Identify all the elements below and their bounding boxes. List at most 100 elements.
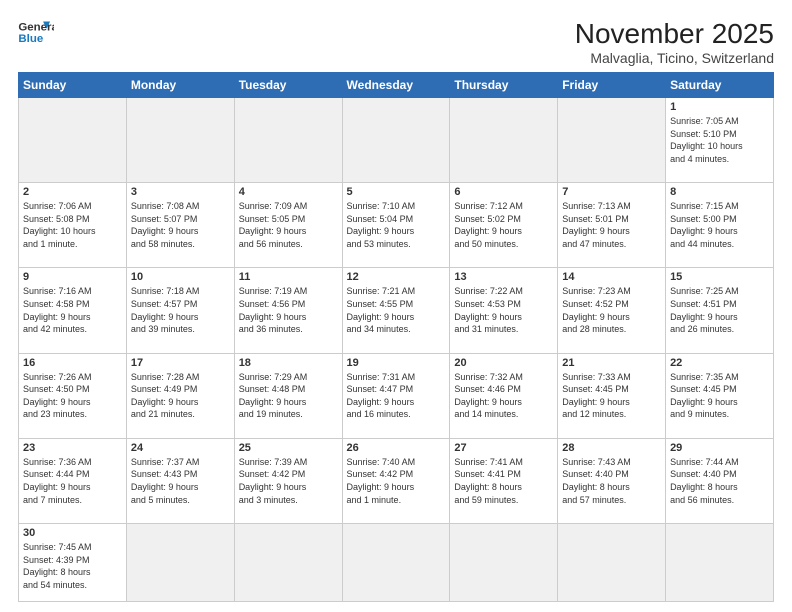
- day-number: 1: [670, 101, 769, 113]
- calendar-day-cell: 24 Sunrise: 7:37 AM Sunset: 4:43 PM Dayli…: [126, 438, 234, 523]
- header-wednesday: Wednesday: [342, 73, 450, 98]
- calendar-day-cell: 8 Sunrise: 7:15 AM Sunset: 5:00 PM Daylig…: [666, 183, 774, 268]
- day-number: 21: [562, 357, 661, 369]
- day-info: Sunrise: 7:18 AM Sunset: 4:57 PM Dayligh…: [131, 285, 230, 335]
- day-info: Sunrise: 7:37 AM Sunset: 4:43 PM Dayligh…: [131, 456, 230, 506]
- day-info: Sunrise: 7:15 AM Sunset: 5:00 PM Dayligh…: [670, 200, 769, 250]
- day-number: 11: [239, 271, 338, 283]
- day-info: Sunrise: 7:35 AM Sunset: 4:45 PM Dayligh…: [670, 371, 769, 421]
- day-info: Sunrise: 7:22 AM Sunset: 4:53 PM Dayligh…: [454, 285, 553, 335]
- day-number: 26: [347, 442, 446, 454]
- day-number: 30: [23, 527, 122, 539]
- day-info: Sunrise: 7:13 AM Sunset: 5:01 PM Dayligh…: [562, 200, 661, 250]
- day-number: 17: [131, 357, 230, 369]
- day-info: Sunrise: 7:31 AM Sunset: 4:47 PM Dayligh…: [347, 371, 446, 421]
- calendar-day-cell: 1 Sunrise: 7:05 AM Sunset: 5:10 PM Daylig…: [666, 98, 774, 183]
- day-info: Sunrise: 7:25 AM Sunset: 4:51 PM Dayligh…: [670, 285, 769, 335]
- header-sunday: Sunday: [19, 73, 127, 98]
- calendar-day-cell: 20 Sunrise: 7:32 AM Sunset: 4:46 PM Dayli…: [450, 353, 558, 438]
- generalblue-logo-icon: General Blue: [18, 18, 54, 48]
- day-info: Sunrise: 7:41 AM Sunset: 4:41 PM Dayligh…: [454, 456, 553, 506]
- calendar-day-cell: 15 Sunrise: 7:25 AM Sunset: 4:51 PM Dayli…: [666, 268, 774, 353]
- day-info: Sunrise: 7:10 AM Sunset: 5:04 PM Dayligh…: [347, 200, 446, 250]
- day-info: Sunrise: 7:12 AM Sunset: 5:02 PM Dayligh…: [454, 200, 553, 250]
- day-number: 29: [670, 442, 769, 454]
- header: General Blue November 2025 Malvaglia, Ti…: [18, 18, 774, 66]
- calendar-day-cell: 27Sunrise: 7:41 AM Sunset: 4:41 PM Dayli…: [450, 438, 558, 523]
- calendar-day-cell: [19, 98, 127, 183]
- day-info: Sunrise: 7:05 AM Sunset: 5:10 PM Dayligh…: [670, 115, 769, 165]
- day-number: 12: [347, 271, 446, 283]
- calendar-day-cell: 19 Sunrise: 7:31 AM Sunset: 4:47 PM Dayli…: [342, 353, 450, 438]
- calendar-day-cell: 22 Sunrise: 7:35 AM Sunset: 4:45 PM Dayli…: [666, 353, 774, 438]
- header-saturday: Saturday: [666, 73, 774, 98]
- day-number: 16: [23, 357, 122, 369]
- title-block: November 2025 Malvaglia, Ticino, Switzer…: [575, 18, 774, 66]
- day-number: 7: [562, 186, 661, 198]
- calendar-day-cell: [450, 98, 558, 183]
- calendar-day-cell: [126, 524, 234, 602]
- day-info: Sunrise: 7:06 AM Sunset: 5:08 PM Dayligh…: [23, 200, 122, 250]
- calendar-day-cell: [666, 524, 774, 602]
- calendar-day-cell: [450, 524, 558, 602]
- calendar-week-row: 9Sunrise: 7:16 AM Sunset: 4:58 PM Daylig…: [19, 268, 774, 353]
- day-info: Sunrise: 7:09 AM Sunset: 5:05 PM Dayligh…: [239, 200, 338, 250]
- calendar-day-cell: [558, 98, 666, 183]
- header-tuesday: Tuesday: [234, 73, 342, 98]
- header-monday: Monday: [126, 73, 234, 98]
- day-number: 5: [347, 186, 446, 198]
- day-info: Sunrise: 7:36 AM Sunset: 4:44 PM Dayligh…: [23, 456, 122, 506]
- calendar-week-row: 16Sunrise: 7:26 AM Sunset: 4:50 PM Dayli…: [19, 353, 774, 438]
- day-info: Sunrise: 7:33 AM Sunset: 4:45 PM Dayligh…: [562, 371, 661, 421]
- day-info: Sunrise: 7:23 AM Sunset: 4:52 PM Dayligh…: [562, 285, 661, 335]
- calendar-day-cell: 5 Sunrise: 7:10 AM Sunset: 5:04 PM Daylig…: [342, 183, 450, 268]
- day-info: Sunrise: 7:32 AM Sunset: 4:46 PM Dayligh…: [454, 371, 553, 421]
- day-info: Sunrise: 7:43 AM Sunset: 4:40 PM Dayligh…: [562, 456, 661, 506]
- day-info: Sunrise: 7:40 AM Sunset: 4:42 PM Dayligh…: [347, 456, 446, 506]
- day-info: Sunrise: 7:29 AM Sunset: 4:48 PM Dayligh…: [239, 371, 338, 421]
- calendar-day-cell: 11Sunrise: 7:19 AM Sunset: 4:56 PM Dayli…: [234, 268, 342, 353]
- calendar-day-cell: 12 Sunrise: 7:21 AM Sunset: 4:55 PM Dayli…: [342, 268, 450, 353]
- day-info: Sunrise: 7:44 AM Sunset: 4:40 PM Dayligh…: [670, 456, 769, 506]
- calendar-day-cell: [234, 98, 342, 183]
- calendar-day-cell: 18 Sunrise: 7:29 AM Sunset: 4:48 PM Dayli…: [234, 353, 342, 438]
- calendar-day-cell: 10Sunrise: 7:18 AM Sunset: 4:57 PM Dayli…: [126, 268, 234, 353]
- calendar-day-cell: 13Sunrise: 7:22 AM Sunset: 4:53 PM Dayli…: [450, 268, 558, 353]
- day-number: 8: [670, 186, 769, 198]
- day-number: 18: [239, 357, 338, 369]
- calendar-day-cell: 6 Sunrise: 7:12 AM Sunset: 5:02 PM Daylig…: [450, 183, 558, 268]
- calendar-week-row: 23Sunrise: 7:36 AM Sunset: 4:44 PM Dayli…: [19, 438, 774, 523]
- calendar-subtitle: Malvaglia, Ticino, Switzerland: [575, 50, 774, 66]
- calendar-day-cell: 14 Sunrise: 7:23 AM Sunset: 4:52 PM Dayli…: [558, 268, 666, 353]
- day-number: 3: [131, 186, 230, 198]
- header-thursday: Thursday: [450, 73, 558, 98]
- day-number: 20: [454, 357, 553, 369]
- day-number: 9: [23, 271, 122, 283]
- day-number: 6: [454, 186, 553, 198]
- day-number: 4: [239, 186, 338, 198]
- calendar-day-cell: 9Sunrise: 7:16 AM Sunset: 4:58 PM Daylig…: [19, 268, 127, 353]
- calendar-day-cell: 28Sunrise: 7:43 AM Sunset: 4:40 PM Dayli…: [558, 438, 666, 523]
- calendar-day-cell: 17Sunrise: 7:28 AM Sunset: 4:49 PM Dayli…: [126, 353, 234, 438]
- svg-text:Blue: Blue: [18, 33, 43, 45]
- calendar-header-row: Sunday Monday Tuesday Wednesday Thursday…: [19, 73, 774, 98]
- calendar-week-row: 1 Sunrise: 7:05 AM Sunset: 5:10 PM Daylig…: [19, 98, 774, 183]
- day-number: 14: [562, 271, 661, 283]
- calendar-day-cell: 23Sunrise: 7:36 AM Sunset: 4:44 PM Dayli…: [19, 438, 127, 523]
- day-number: 24: [131, 442, 230, 454]
- calendar-day-cell: 25Sunrise: 7:39 AM Sunset: 4:42 PM Dayli…: [234, 438, 342, 523]
- day-number: 15: [670, 271, 769, 283]
- day-info: Sunrise: 7:21 AM Sunset: 4:55 PM Dayligh…: [347, 285, 446, 335]
- calendar-title: November 2025: [575, 18, 774, 50]
- calendar-day-cell: [342, 98, 450, 183]
- day-number: 25: [239, 442, 338, 454]
- day-number: 19: [347, 357, 446, 369]
- day-number: 22: [670, 357, 769, 369]
- calendar-week-row: 2Sunrise: 7:06 AM Sunset: 5:08 PM Daylig…: [19, 183, 774, 268]
- calendar-day-cell: 30Sunrise: 7:45 AM Sunset: 4:39 PM Dayli…: [19, 524, 127, 602]
- calendar-day-cell: [126, 98, 234, 183]
- calendar-day-cell: 26 Sunrise: 7:40 AM Sunset: 4:42 PM Dayli…: [342, 438, 450, 523]
- calendar-table: Sunday Monday Tuesday Wednesday Thursday…: [18, 72, 774, 602]
- calendar-day-cell: [234, 524, 342, 602]
- calendar-day-cell: 2Sunrise: 7:06 AM Sunset: 5:08 PM Daylig…: [19, 183, 127, 268]
